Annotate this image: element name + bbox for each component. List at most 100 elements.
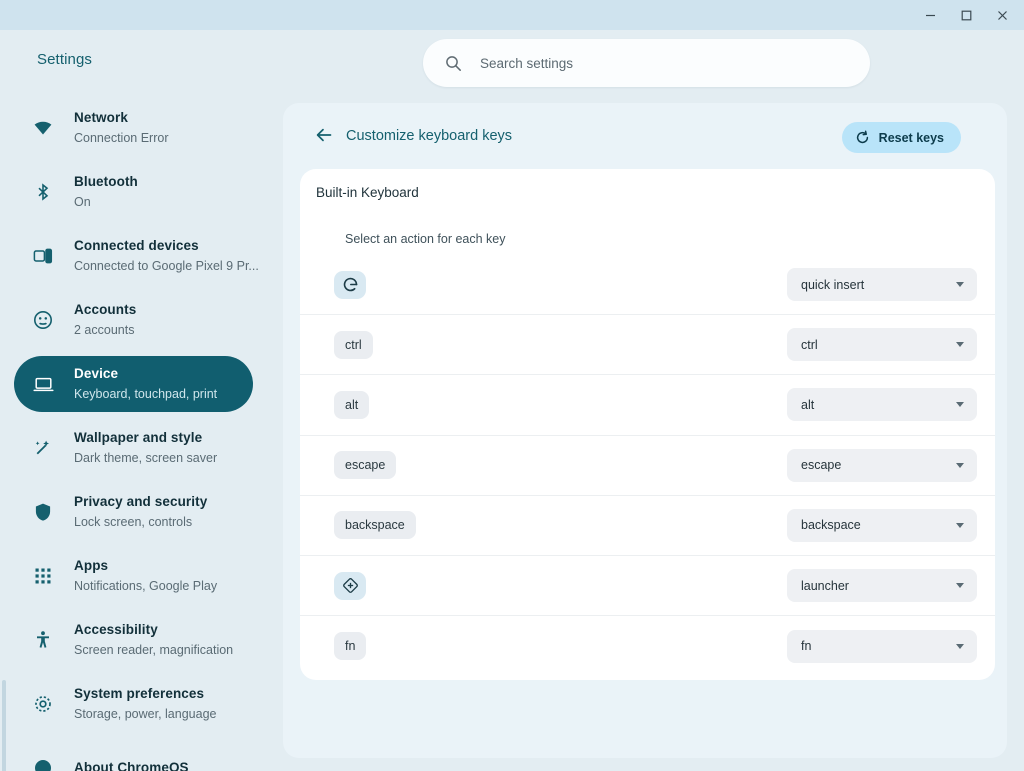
key-chip: alt xyxy=(334,390,370,419)
accounts-icon xyxy=(32,309,54,331)
sidebar-item-label: Connected devices xyxy=(74,238,199,253)
sidebar-item-label: Privacy and security xyxy=(74,494,208,509)
dropdown-value: backspace xyxy=(801,518,861,533)
sidebar-item-device[interactable]: Device Keyboard, touchpad, print xyxy=(14,356,253,412)
action-dropdown[interactable]: quick insert xyxy=(787,268,977,302)
sidebar-item-label: Network xyxy=(74,110,128,125)
sidebar-item-sublabel: Notifications, Google Play xyxy=(74,579,218,593)
close-icon xyxy=(997,10,1007,20)
gear-icon xyxy=(32,693,54,715)
main-content-panel: Customize keyboard keys Reset keys Built… xyxy=(283,103,1007,758)
reset-keys-button[interactable]: Reset keys xyxy=(841,122,961,153)
search-placeholder: Search settings xyxy=(480,55,574,71)
sidebar-scrollbar[interactable] xyxy=(2,680,6,771)
minimize-button[interactable] xyxy=(912,0,948,30)
back-button[interactable] xyxy=(311,124,337,150)
built-in-keyboard-card: Built-in Keyboard Select an action for e… xyxy=(300,169,995,680)
action-dropdown[interactable]: fn xyxy=(787,629,977,663)
sidebar-item-label: Bluetooth xyxy=(74,174,138,189)
search-input[interactable]: Search settings xyxy=(423,39,870,87)
sidebar-item-sublabel: Connected to Google Pixel 9 Pr... xyxy=(74,259,259,273)
close-button[interactable] xyxy=(984,0,1020,30)
maximize-icon xyxy=(961,10,971,20)
chevron-down-icon xyxy=(956,402,964,408)
window-titlebar xyxy=(0,0,1024,30)
shield-icon xyxy=(32,501,54,523)
sidebar-item-apps[interactable]: Apps Notifications, Google Play xyxy=(14,548,253,604)
settings-sidebar: Network Connection Error Bluetooth On Co… xyxy=(0,100,270,771)
dropdown-value: escape xyxy=(801,458,842,473)
action-dropdown[interactable]: launcher xyxy=(787,569,977,603)
sidebar-item-sublabel: Keyboard, touchpad, print xyxy=(74,387,218,401)
sidebar-item-about-chromeos[interactable]: About ChromeOS xyxy=(14,740,253,771)
chevron-down-icon xyxy=(956,342,964,348)
table-row: ctrl ctrl xyxy=(300,315,995,376)
dropdown-value: alt xyxy=(801,397,815,412)
action-dropdown[interactable]: alt xyxy=(787,388,977,422)
sidebar-item-accounts[interactable]: Accounts 2 accounts xyxy=(14,292,253,348)
launcher-icon xyxy=(334,571,366,600)
apps-grid-icon xyxy=(32,565,54,587)
sidebar-item-system-preferences[interactable]: System preferences Storage, power, langu… xyxy=(14,676,253,732)
sidebar-item-sublabel: Storage, power, language xyxy=(74,707,217,721)
table-row: alt alt xyxy=(300,375,995,436)
wifi-icon xyxy=(32,117,54,139)
info-icon xyxy=(32,757,54,771)
key-chip: escape xyxy=(334,451,397,480)
refresh-icon xyxy=(855,130,870,145)
chevron-down-icon xyxy=(956,522,964,528)
wallpaper-style-icon xyxy=(32,437,54,459)
key-chip: ctrl xyxy=(334,330,373,359)
table-row: launcher xyxy=(300,556,995,617)
sidebar-item-label: Wallpaper and style xyxy=(74,430,203,445)
chevron-down-icon xyxy=(956,462,964,468)
maximize-button[interactable] xyxy=(948,0,984,30)
sidebar-item-sublabel: Lock screen, controls xyxy=(74,515,193,529)
search-icon xyxy=(445,55,462,72)
sidebar-item-privacy-and-security[interactable]: Privacy and security Lock screen, contro… xyxy=(14,484,253,540)
sidebar-item-network[interactable]: Network Connection Error xyxy=(14,100,253,156)
sidebar-item-bluetooth[interactable]: Bluetooth On xyxy=(14,164,253,220)
page-title: Customize keyboard keys xyxy=(346,128,513,144)
table-row: backspace backspace xyxy=(300,496,995,556)
action-dropdown[interactable]: escape xyxy=(787,448,977,482)
sidebar-item-wallpaper-and-style[interactable]: Wallpaper and style Dark theme, screen s… xyxy=(14,420,253,476)
dropdown-value: quick insert xyxy=(801,277,865,292)
page-header: Customize keyboard keys Reset keys xyxy=(283,103,1007,169)
connected-devices-icon xyxy=(32,245,54,267)
sidebar-item-label: System preferences xyxy=(74,686,205,701)
table-row: quick insert xyxy=(300,255,995,316)
sidebar-item-label: Device xyxy=(74,366,119,381)
sidebar-item-sublabel: Connection Error xyxy=(74,131,169,145)
action-dropdown[interactable]: ctrl xyxy=(787,328,977,362)
app-title: Settings xyxy=(37,51,92,68)
bluetooth-icon xyxy=(32,181,54,203)
card-subtitle: Select an action for each key xyxy=(345,232,506,246)
settings-topbar: Settings Search settings xyxy=(0,30,1024,100)
sidebar-item-label: Apps xyxy=(74,558,109,573)
key-chip: fn xyxy=(334,632,367,661)
sidebar-item-label: Accessibility xyxy=(74,622,158,637)
google-g-icon xyxy=(334,270,366,299)
table-row: fn fn xyxy=(300,616,995,676)
card-title: Built-in Keyboard xyxy=(316,185,419,200)
chevron-down-icon xyxy=(956,282,964,288)
accessibility-icon xyxy=(32,629,54,651)
settings-window: Settings Search settings Network Connect… xyxy=(0,0,1024,771)
sidebar-item-label: Accounts xyxy=(74,302,137,317)
sidebar-item-sublabel: On xyxy=(74,195,91,209)
sidebar-item-label: About ChromeOS xyxy=(74,760,189,771)
chevron-down-icon xyxy=(956,643,964,649)
dropdown-value: fn xyxy=(801,639,812,654)
dropdown-value: ctrl xyxy=(801,337,818,352)
action-dropdown[interactable]: backspace xyxy=(787,508,977,542)
laptop-icon xyxy=(32,373,54,395)
sidebar-item-accessibility[interactable]: Accessibility Screen reader, magnificati… xyxy=(14,612,253,668)
chevron-down-icon xyxy=(956,583,964,589)
sidebar-item-sublabel: Dark theme, screen saver xyxy=(74,451,218,465)
arrow-left-icon xyxy=(314,125,334,150)
dropdown-value: launcher xyxy=(801,578,849,593)
sidebar-item-connected-devices[interactable]: Connected devices Connected to Google Pi… xyxy=(14,228,259,284)
reset-keys-label: Reset keys xyxy=(878,130,944,145)
key-rows-list: quick insert ctrl ctrl alt alt escape es… xyxy=(300,255,995,676)
